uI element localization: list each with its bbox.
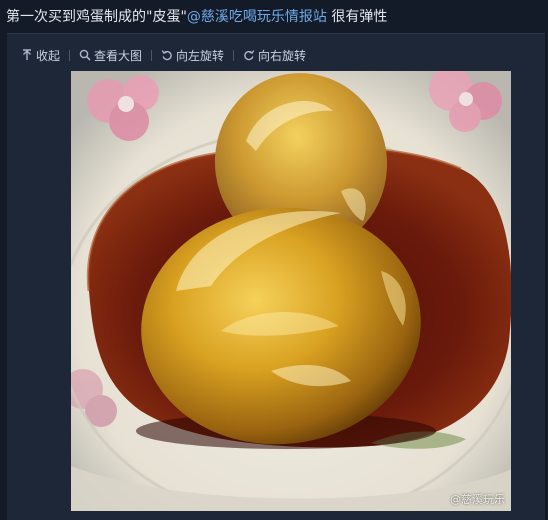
toolbar-divider	[233, 49, 235, 61]
media-card: 收起 查看大图 向左旋转 向右旋转 @慈溪玩乐	[7, 33, 545, 520]
rotate-left-label: 向左旋转	[176, 48, 225, 63]
toolbar-divider	[151, 49, 153, 61]
century-egg-photo	[71, 71, 511, 511]
weibo-post: 第一次买到鸡蛋制成的"皮蛋"@慈溪吃喝玩乐情报站 很有弹性 收起 查看大图 向左…	[0, 0, 548, 520]
magnifier-icon	[79, 49, 91, 61]
rotate-right-label: 向右旋转	[258, 48, 307, 63]
rotate-left-icon	[161, 50, 172, 61]
collapse-up-icon	[23, 49, 31, 60]
image-toolbar: 收起 查看大图 向左旋转 向右旋转	[21, 46, 306, 64]
rotate-right-button[interactable]: 向右旋转	[243, 46, 306, 64]
rotate-right-icon	[244, 50, 255, 61]
post-text: 第一次买到鸡蛋制成的"皮蛋"@慈溪吃喝玩乐情报站 很有弹性	[6, 6, 387, 28]
view-large-button[interactable]: 查看大图	[79, 46, 142, 64]
view-large-label: 查看大图	[94, 48, 143, 63]
toolbar-divider	[69, 49, 71, 61]
post-text-body: 第一次买到鸡蛋制成的"皮蛋"	[6, 9, 187, 25]
post-text-tail: 很有弹性	[326, 9, 388, 25]
rotate-left-button[interactable]: 向左旋转	[161, 46, 224, 64]
mention-link[interactable]: @慈溪吃喝玩乐情报站	[187, 9, 327, 25]
collapse-button[interactable]: 收起	[21, 46, 60, 64]
collapse-label: 收起	[36, 48, 61, 63]
image-watermark: @慈溪玩乐	[450, 493, 505, 506]
post-image[interactable]: @慈溪玩乐	[71, 71, 511, 511]
